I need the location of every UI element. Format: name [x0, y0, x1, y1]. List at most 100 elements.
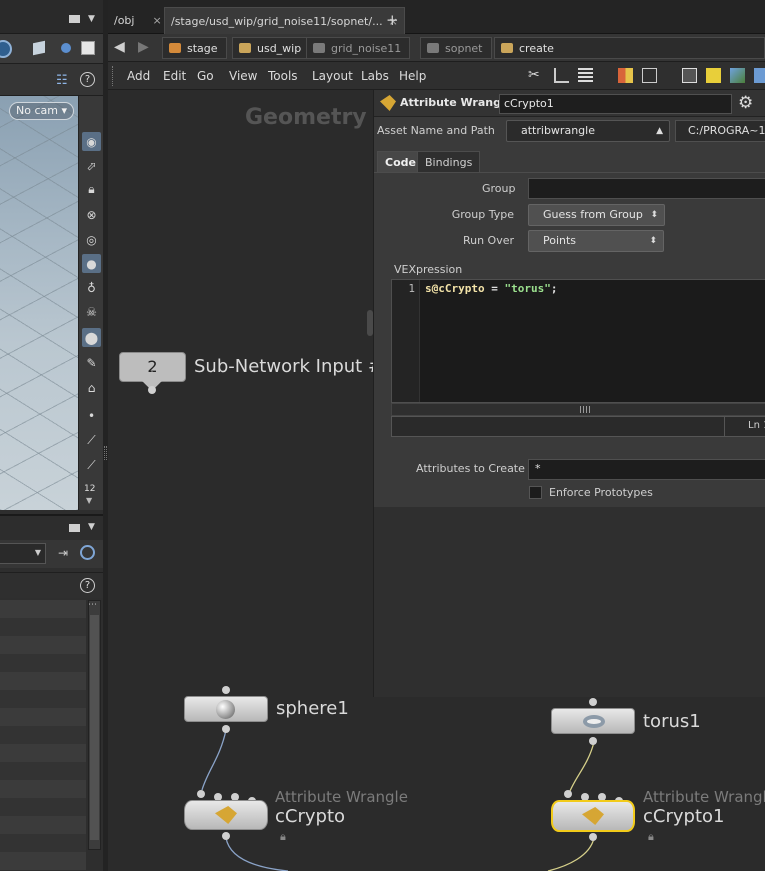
back-arrow-icon[interactable]: ◀	[114, 39, 125, 55]
camera-icon[interactable]: ⌂	[82, 378, 101, 397]
tab-bindings[interactable]: Bindings	[417, 151, 481, 172]
list-item[interactable]	[0, 654, 86, 672]
list-item[interactable]	[0, 618, 86, 636]
brush-icon[interactable]: ✎	[82, 353, 101, 372]
pin-icon[interactable]: ⇥	[58, 546, 68, 560]
list-item[interactable]	[0, 816, 86, 834]
output-connector[interactable]	[589, 833, 597, 841]
menu-help[interactable]: Help	[399, 62, 426, 90]
square-icon[interactable]	[81, 41, 95, 55]
snap-icon[interactable]: ⊗	[82, 205, 101, 224]
menu-add[interactable]: Add	[127, 62, 150, 90]
menu-tools[interactable]: Tools	[268, 62, 298, 90]
link-icon[interactable]	[80, 545, 95, 560]
breadcrumb-grid-noise11[interactable]: grid_noise11	[306, 37, 411, 59]
list-scrollbar[interactable]	[88, 600, 101, 850]
tree-icon[interactable]	[554, 68, 569, 83]
breadcrumb-stage[interactable]: stage	[162, 37, 227, 59]
input-connector[interactable]	[589, 698, 597, 706]
help-icon[interactable]: ?	[80, 578, 95, 593]
light-icon[interactable]: ●	[82, 254, 101, 273]
cube-icon[interactable]	[33, 40, 45, 56]
list-icon[interactable]	[578, 68, 593, 83]
breadcrumb-sopnet[interactable]: sopnet	[420, 37, 492, 59]
asset-path-field[interactable]: C:/PROGRA~1/S	[675, 120, 765, 142]
list-item[interactable]	[0, 636, 86, 654]
node-name-field[interactable]: cCrypto1	[499, 94, 732, 114]
list-item[interactable]	[0, 600, 86, 618]
list-item[interactable]	[0, 852, 86, 870]
list-item[interactable]	[0, 744, 86, 762]
background-image-icon[interactable]	[730, 68, 745, 83]
input-connector[interactable]	[222, 686, 230, 694]
asset-name-menu[interactable]: attribwrangle ▲	[506, 120, 670, 142]
output-connector[interactable]	[222, 832, 230, 840]
eyedropper-icon[interactable]: ⟋	[82, 456, 101, 475]
close-icon[interactable]: ×	[152, 14, 161, 27]
tab-sopnet[interactable]: /stage/usd_wip/grid_noise11/sopnet/... ×	[164, 7, 405, 34]
tab-obj[interactable]: /obj ×	[108, 7, 168, 34]
enforce-prototypes-checkbox[interactable]	[529, 486, 542, 499]
output-connector[interactable]	[222, 725, 230, 733]
view-tool-icon[interactable]: ◉	[82, 132, 101, 151]
sphere-icon[interactable]	[61, 43, 71, 53]
scene-list[interactable]	[0, 600, 86, 871]
stroke-icon[interactable]: ⟋	[82, 431, 101, 450]
display-icon[interactable]: ◎	[82, 230, 101, 249]
lock-icon[interactable]: 🔒︎	[280, 830, 286, 844]
pane-layout-icon[interactable]	[69, 524, 80, 532]
menu-labs[interactable]: Labs	[361, 62, 389, 90]
scene-viewport[interactable]	[0, 96, 78, 510]
menu-view[interactable]: View	[229, 62, 257, 90]
menu-go[interactable]: Go	[197, 62, 214, 90]
list-item[interactable]	[0, 834, 86, 852]
input-connector[interactable]	[564, 790, 572, 798]
output-connector[interactable]	[589, 737, 597, 745]
list-item[interactable]	[0, 798, 86, 816]
run-over-menu[interactable]: Points ⬍	[528, 230, 664, 252]
help-icon[interactable]: ?	[80, 72, 95, 87]
pane-layout-icon[interactable]	[69, 15, 80, 23]
chevron-down-icon[interactable]: ▼	[86, 496, 92, 505]
list-item[interactable]	[0, 690, 86, 708]
bulb-icon[interactable]: ♁	[82, 278, 101, 297]
grid-color-icon[interactable]	[618, 68, 633, 83]
image-icon[interactable]	[682, 68, 697, 83]
node-ccrypto1[interactable]	[551, 800, 635, 832]
tools-icon[interactable]: ✂	[528, 68, 543, 83]
display-options-icon[interactable]: ☷	[56, 73, 68, 88]
chevron-down-icon[interactable]: ▼	[88, 14, 95, 24]
code-editor-resize-handle[interactable]	[391, 403, 765, 416]
table-icon[interactable]	[642, 68, 657, 83]
list-item[interactable]	[0, 672, 86, 690]
camera-menu[interactable]: No cam ▾	[9, 102, 74, 120]
gear-icon[interactable]: ⚙	[738, 93, 753, 113]
node-torus1[interactable]	[551, 708, 635, 734]
lock-icon[interactable]: 🔒︎	[82, 180, 101, 199]
skull-icon[interactable]: ☠	[82, 302, 101, 321]
group-type-menu[interactable]: Guess from Group ⬍	[528, 204, 665, 226]
target-icon[interactable]	[0, 40, 12, 58]
select-tool-icon[interactable]: ⬀	[82, 156, 101, 175]
lower-pane-dropdown[interactable]: ▼	[0, 543, 46, 564]
node-sphere1[interactable]	[184, 696, 268, 722]
menu-edit[interactable]: Edit	[163, 62, 186, 90]
ball-icon[interactable]: ⬤	[82, 328, 101, 347]
input-connector[interactable]	[197, 790, 205, 798]
new-tab-button[interactable]: +	[380, 7, 405, 34]
list-item[interactable]	[0, 780, 86, 798]
group-field[interactable]	[528, 178, 765, 199]
chevron-down-icon[interactable]: ▼	[88, 522, 95, 532]
sticky-note-icon[interactable]	[706, 68, 721, 83]
dot-icon[interactable]: •	[82, 406, 101, 425]
list-item[interactable]	[0, 726, 86, 744]
attributes-to-create-field[interactable]: *	[528, 459, 765, 480]
breadcrumb-usd-wip[interactable]: usd_wip	[232, 37, 311, 59]
drag-handle[interactable]	[112, 66, 115, 86]
forward-arrow-icon[interactable]: ▶	[138, 39, 149, 55]
breadcrumb-create[interactable]: create	[494, 37, 765, 59]
node-ccrypto[interactable]	[184, 800, 268, 830]
lock-icon[interactable]: 🔒︎	[648, 830, 654, 844]
vex-code-editor[interactable]: 1 s@cCrypto = "torus";	[391, 279, 765, 403]
list-item[interactable]	[0, 762, 86, 780]
